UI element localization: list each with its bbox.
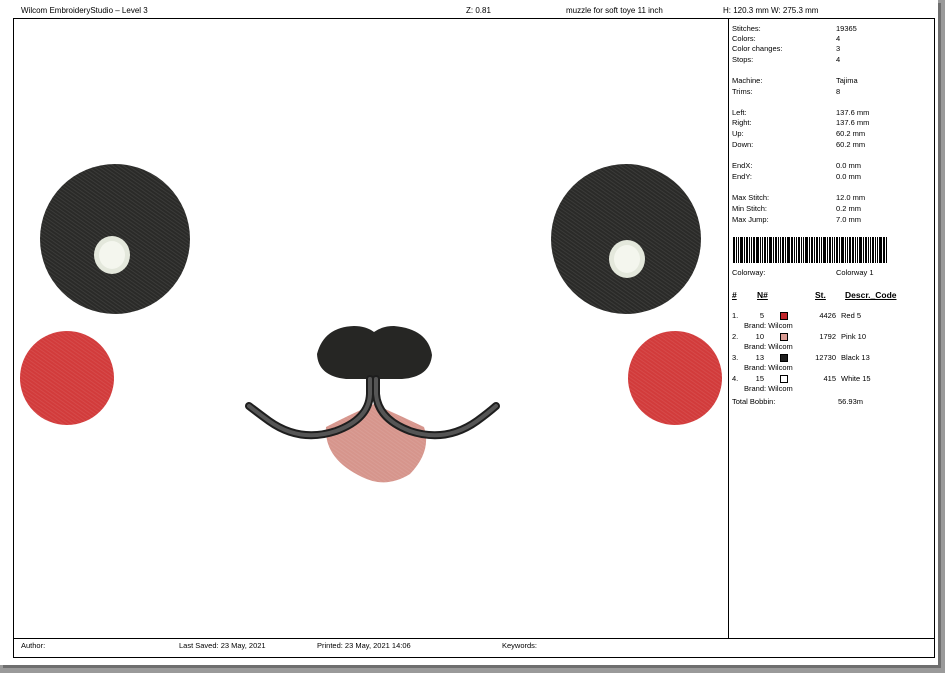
color-row-brand: Brand: Wilcom	[744, 321, 793, 330]
stat-value: 19365	[836, 24, 857, 33]
color-row-index: 4.	[732, 374, 739, 383]
color-row-stitches: 415	[823, 374, 836, 383]
stat-label: Colors:	[732, 34, 756, 43]
stat-value: 60.2 mm	[836, 129, 866, 138]
stat-value: 4	[836, 34, 841, 43]
zoom-readout: Z: 0.81	[466, 6, 491, 15]
colorway-value: Colorway 1	[836, 268, 874, 277]
stat-value: 3	[836, 44, 841, 53]
color-swatch	[780, 333, 788, 341]
col-header-descr: Descr._Code	[845, 290, 897, 300]
stat-label: Left:	[732, 108, 747, 117]
color-row-brand: Brand: Wilcom	[744, 384, 793, 393]
color-swatch	[780, 312, 788, 320]
footer-divider	[14, 638, 934, 639]
stat-value: Tajima	[836, 76, 858, 85]
color-row-brand: Brand: Wilcom	[744, 363, 793, 372]
total-bobbin-label: Total Bobbin:	[732, 397, 776, 406]
color-row-number: 5	[759, 311, 764, 320]
stat-label: Up:	[732, 129, 744, 138]
nose	[317, 326, 432, 379]
color-row-description: Pink 10	[841, 332, 867, 341]
col-header-index: #	[732, 290, 737, 300]
embroidery-design	[20, 164, 722, 483]
color-row-description: Black 13	[841, 353, 870, 362]
col-header-number: N#	[757, 290, 768, 300]
color-row-number: 10	[755, 332, 764, 341]
design-preview	[14, 19, 728, 638]
design-name: muzzle for soft toye 11 inch	[566, 6, 663, 15]
stat-label: Stitches:	[732, 24, 761, 33]
color-row-stitches: 1792	[819, 332, 836, 341]
stat-value: 4	[836, 55, 841, 64]
stat-label: Trims:	[732, 87, 753, 96]
stat-label: Color changes:	[732, 44, 783, 53]
print-preview-page: Wilcom EmbroideryStudio – Level 3 Z: 0.8…	[0, 0, 938, 665]
color-swatch	[780, 354, 788, 362]
stat-value: 60.2 mm	[836, 140, 866, 149]
app-title: Wilcom EmbroideryStudio – Level 3	[21, 6, 148, 15]
mouth-line	[245, 375, 374, 440]
stat-label: Max Stitch:	[732, 193, 770, 202]
footer-printed: Printed: 23 May, 2021 14:06	[317, 641, 411, 650]
color-row-brand: Brand: Wilcom	[744, 342, 793, 351]
stat-label: Stops:	[732, 55, 754, 64]
stat-label: EndX:	[732, 161, 753, 170]
footer-last-saved: Last Saved: 23 May, 2021	[179, 641, 266, 650]
stat-value: 137.6 mm	[836, 118, 870, 127]
stat-value: 8	[836, 87, 841, 96]
stat-label: Right:	[732, 118, 752, 127]
color-row-index: 2.	[732, 332, 739, 341]
color-row-stitches: 12730	[815, 353, 836, 362]
stat-value: 12.0 mm	[836, 193, 866, 202]
stat-label: Machine:	[732, 76, 763, 85]
barcode	[733, 237, 919, 263]
stat-label: Min Stitch:	[732, 204, 768, 213]
stat-label: EndY:	[732, 172, 753, 181]
colorway-label: Colorway:	[732, 268, 766, 277]
color-row-description: White 15	[841, 374, 871, 383]
col-header-stitches: St.	[815, 290, 826, 300]
stat-value: 0.0 mm	[836, 161, 862, 170]
stat-label: Down:	[732, 140, 754, 149]
color-swatch	[780, 375, 788, 383]
stat-value: 7.0 mm	[836, 215, 862, 224]
total-bobbin-value: 56.93m	[838, 397, 864, 406]
footer-author: Author:	[21, 641, 46, 650]
color-row-index: 3.	[732, 353, 739, 362]
stat-value: 137.6 mm	[836, 108, 870, 117]
footer-keywords: Keywords:	[502, 641, 538, 650]
color-row-description: Red 5	[841, 311, 862, 320]
color-row-index: 1.	[732, 311, 739, 320]
color-row-number: 15	[755, 374, 764, 383]
color-row-number: 13	[755, 353, 764, 362]
stat-value: 0.0 mm	[836, 172, 862, 181]
stat-value: 0.2 mm	[836, 204, 862, 213]
color-row-stitches: 4426	[819, 311, 836, 320]
panel-divider	[728, 19, 729, 638]
stat-label: Max Jump:	[732, 215, 769, 224]
design-dimensions: H: 120.3 mm W: 275.3 mm	[723, 6, 819, 15]
